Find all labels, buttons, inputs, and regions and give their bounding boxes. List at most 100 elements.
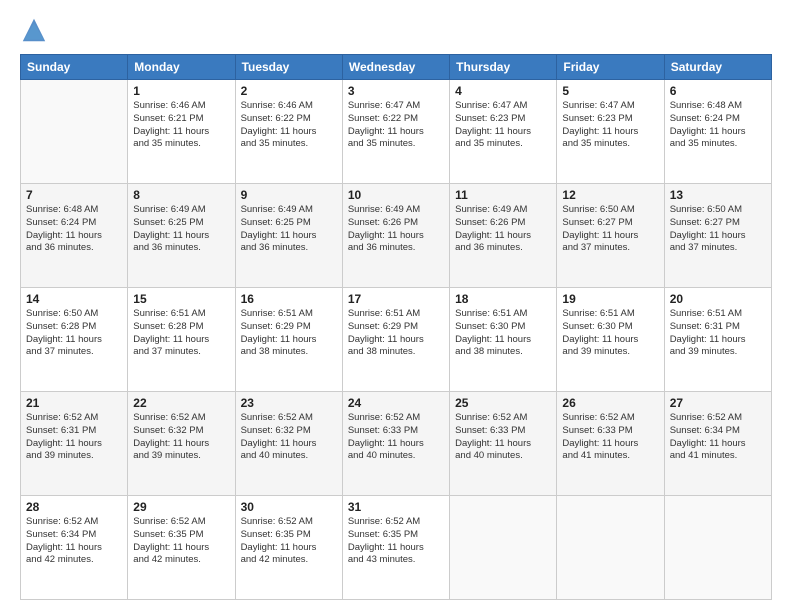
- day-cell: 6 Sunrise: 6:48 AM Sunset: 6:24 PM Daylig…: [664, 80, 771, 184]
- day-number: 6: [670, 84, 766, 98]
- day-cell: 29Sunrise: 6:52 AM Sunset: 6:35 PM Dayli…: [128, 496, 235, 600]
- day-info: Sunrise: 6:48 AM Sunset: 6:24 PM Dayligh…: [670, 100, 766, 151]
- day-cell: 7 Sunrise: 6:48 AM Sunset: 6:24 PM Daylig…: [21, 184, 128, 288]
- day-number: 11: [455, 188, 551, 202]
- day-info: Sunrise: 6:48 AM Sunset: 6:24 PM Dayligh…: [26, 204, 122, 255]
- day-number: 16: [241, 292, 337, 306]
- week-row-5: 28 Sunrise: 6:52 AM Sunset: 6:34 PM Dayli…: [21, 496, 772, 600]
- day-number: 23: [241, 396, 337, 410]
- day-cell: 11 Sunrise: 6:49 AM Sunset: 6:26 PM Dayli…: [450, 184, 557, 288]
- day-number: 31: [348, 500, 444, 514]
- day-cell: 30 Sunrise: 6:52 AM Sunset: 6:35 PM Dayli…: [235, 496, 342, 600]
- day-header-wednesday: Wednesday: [342, 55, 449, 80]
- day-cell: 16 Sunrise: 6:51 AM Sunset: 6:29 PM Dayli…: [235, 288, 342, 392]
- logo-icon: [20, 16, 48, 44]
- day-info: Sunrise: 6:51 AM Sunset: 6:29 PM Dayligh…: [348, 308, 444, 359]
- day-info: Sunrise: 6:47 AM Sunset: 6:23 PM Dayligh…: [562, 100, 658, 151]
- day-cell: 15Sunrise: 6:51 AM Sunset: 6:28 PM Dayli…: [128, 288, 235, 392]
- day-number: 18: [455, 292, 551, 306]
- day-number: 24: [348, 396, 444, 410]
- day-info: Sunrise: 6:51 AM Sunset: 6:31 PM Dayligh…: [670, 308, 766, 359]
- day-cell: 10 Sunrise: 6:49 AM Sunset: 6:26 PM Dayli…: [342, 184, 449, 288]
- day-header-row: SundayMondayTuesdayWednesdayThursdayFrid…: [21, 55, 772, 80]
- day-info: Sunrise: 6:51 AM Sunset: 6:30 PM Dayligh…: [562, 308, 658, 359]
- day-cell: 12 Sunrise: 6:50 AM Sunset: 6:27 PM Dayli…: [557, 184, 664, 288]
- day-number: 13: [670, 188, 766, 202]
- day-info: Sunrise: 6:49 AM Sunset: 6:25 PM Dayligh…: [241, 204, 337, 255]
- day-cell: 24 Sunrise: 6:52 AM Sunset: 6:33 PM Dayli…: [342, 392, 449, 496]
- day-cell: 17 Sunrise: 6:51 AM Sunset: 6:29 PM Dayli…: [342, 288, 449, 392]
- day-info: Sunrise: 6:49 AM Sunset: 6:26 PM Dayligh…: [455, 204, 551, 255]
- day-info: Sunrise: 6:47 AM Sunset: 6:22 PM Dayligh…: [348, 100, 444, 151]
- day-header-monday: Monday: [128, 55, 235, 80]
- day-header-tuesday: Tuesday: [235, 55, 342, 80]
- day-info: Sunrise: 6:52 AM Sunset: 6:31 PM Dayligh…: [26, 412, 122, 463]
- logo: [20, 16, 52, 44]
- calendar-table: SundayMondayTuesdayWednesdayThursdayFrid…: [20, 54, 772, 600]
- day-header-sunday: Sunday: [21, 55, 128, 80]
- day-info: Sunrise: 6:50 AM Sunset: 6:27 PM Dayligh…: [562, 204, 658, 255]
- day-cell: [557, 496, 664, 600]
- day-info: Sunrise: 6:52 AM Sunset: 6:34 PM Dayligh…: [670, 412, 766, 463]
- day-cell: 2 Sunrise: 6:46 AM Sunset: 6:22 PM Daylig…: [235, 80, 342, 184]
- day-number: 21: [26, 396, 122, 410]
- page: SundayMondayTuesdayWednesdayThursdayFrid…: [0, 0, 792, 612]
- day-number: 25: [455, 396, 551, 410]
- day-info: Sunrise: 6:52 AM Sunset: 6:35 PM Dayligh…: [348, 516, 444, 567]
- day-number: 7: [26, 188, 122, 202]
- day-cell: 4 Sunrise: 6:47 AM Sunset: 6:23 PM Daylig…: [450, 80, 557, 184]
- day-cell: 5Sunrise: 6:47 AM Sunset: 6:23 PM Daylig…: [557, 80, 664, 184]
- day-cell: 23 Sunrise: 6:52 AM Sunset: 6:32 PM Dayli…: [235, 392, 342, 496]
- day-number: 22: [133, 396, 229, 410]
- day-header-saturday: Saturday: [664, 55, 771, 80]
- day-number: 30: [241, 500, 337, 514]
- day-cell: 8 Sunrise: 6:49 AM Sunset: 6:25 PM Daylig…: [128, 184, 235, 288]
- day-number: 4: [455, 84, 551, 98]
- week-row-1: 1 Sunrise: 6:46 AM Sunset: 6:21 PM Daylig…: [21, 80, 772, 184]
- day-info: Sunrise: 6:52 AM Sunset: 6:33 PM Dayligh…: [348, 412, 444, 463]
- day-info: Sunrise: 6:52 AM Sunset: 6:32 PM Dayligh…: [241, 412, 337, 463]
- day-cell: [450, 496, 557, 600]
- day-number: 2: [241, 84, 337, 98]
- day-header-friday: Friday: [557, 55, 664, 80]
- day-cell: 25 Sunrise: 6:52 AM Sunset: 6:33 PM Dayli…: [450, 392, 557, 496]
- day-info: Sunrise: 6:51 AM Sunset: 6:29 PM Dayligh…: [241, 308, 337, 359]
- day-number: 27: [670, 396, 766, 410]
- day-cell: 22Sunrise: 6:52 AM Sunset: 6:32 PM Dayli…: [128, 392, 235, 496]
- day-number: 12: [562, 188, 658, 202]
- day-info: Sunrise: 6:52 AM Sunset: 6:35 PM Dayligh…: [241, 516, 337, 567]
- day-number: 20: [670, 292, 766, 306]
- day-number: 15: [133, 292, 229, 306]
- day-number: 9: [241, 188, 337, 202]
- day-info: Sunrise: 6:50 AM Sunset: 6:28 PM Dayligh…: [26, 308, 122, 359]
- day-cell: 14Sunrise: 6:50 AM Sunset: 6:28 PM Dayli…: [21, 288, 128, 392]
- day-info: Sunrise: 6:46 AM Sunset: 6:21 PM Dayligh…: [133, 100, 229, 151]
- day-cell: [21, 80, 128, 184]
- day-info: Sunrise: 6:47 AM Sunset: 6:23 PM Dayligh…: [455, 100, 551, 151]
- day-cell: 21 Sunrise: 6:52 AM Sunset: 6:31 PM Dayli…: [21, 392, 128, 496]
- day-cell: 19 Sunrise: 6:51 AM Sunset: 6:30 PM Dayli…: [557, 288, 664, 392]
- day-info: Sunrise: 6:46 AM Sunset: 6:22 PM Dayligh…: [241, 100, 337, 151]
- day-cell: [664, 496, 771, 600]
- day-number: 1: [133, 84, 229, 98]
- day-number: 26: [562, 396, 658, 410]
- day-number: 8: [133, 188, 229, 202]
- day-cell: 18 Sunrise: 6:51 AM Sunset: 6:30 PM Dayli…: [450, 288, 557, 392]
- day-number: 17: [348, 292, 444, 306]
- day-cell: 31 Sunrise: 6:52 AM Sunset: 6:35 PM Dayli…: [342, 496, 449, 600]
- week-row-4: 21 Sunrise: 6:52 AM Sunset: 6:31 PM Dayli…: [21, 392, 772, 496]
- day-info: Sunrise: 6:52 AM Sunset: 6:33 PM Dayligh…: [455, 412, 551, 463]
- day-cell: 3Sunrise: 6:47 AM Sunset: 6:22 PM Daylig…: [342, 80, 449, 184]
- day-header-thursday: Thursday: [450, 55, 557, 80]
- day-info: Sunrise: 6:49 AM Sunset: 6:26 PM Dayligh…: [348, 204, 444, 255]
- day-info: Sunrise: 6:52 AM Sunset: 6:34 PM Dayligh…: [26, 516, 122, 567]
- header: [20, 16, 772, 44]
- day-number: 19: [562, 292, 658, 306]
- day-number: 29: [133, 500, 229, 514]
- day-number: 28: [26, 500, 122, 514]
- day-number: 10: [348, 188, 444, 202]
- day-info: Sunrise: 6:51 AM Sunset: 6:30 PM Dayligh…: [455, 308, 551, 359]
- day-cell: 13Sunrise: 6:50 AM Sunset: 6:27 PM Dayli…: [664, 184, 771, 288]
- day-info: Sunrise: 6:49 AM Sunset: 6:25 PM Dayligh…: [133, 204, 229, 255]
- calendar-body: 1 Sunrise: 6:46 AM Sunset: 6:21 PM Daylig…: [21, 80, 772, 600]
